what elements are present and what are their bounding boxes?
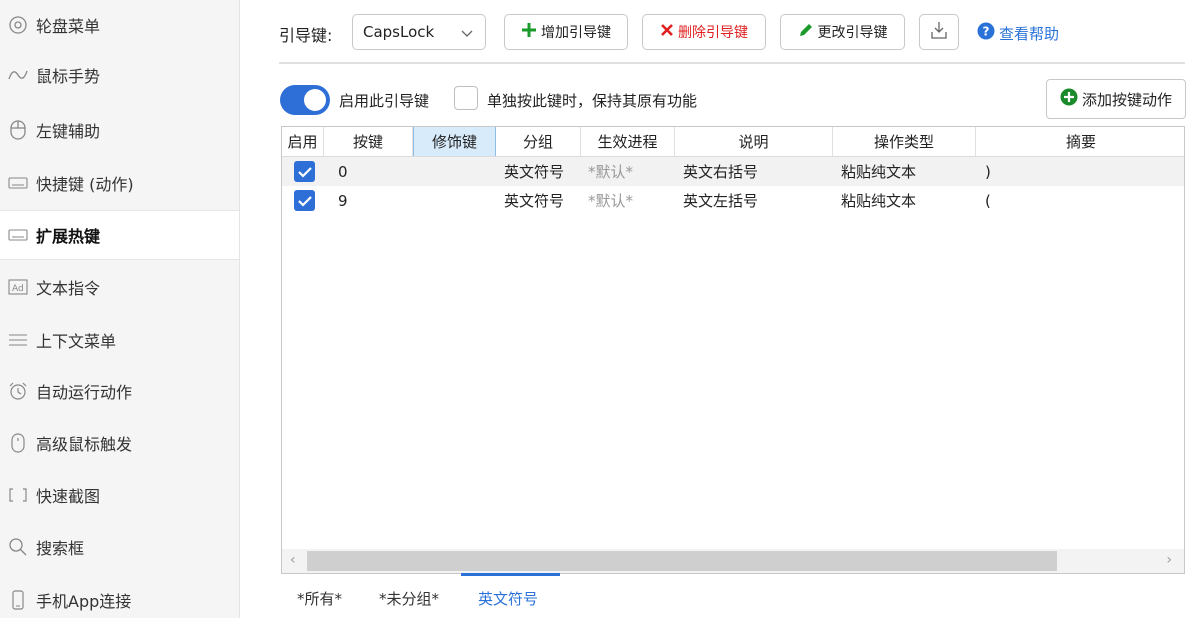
sidebar-item-extended-hotkey[interactable]: 扩展热键 (0, 210, 239, 260)
sidebar-item-label: 快捷键 (动作) (36, 175, 134, 194)
sidebar-item-label: 高级鼠标触发 (36, 435, 133, 454)
tab-all[interactable]: *所有* (297, 588, 342, 609)
table-row[interactable]: 9 英文符号 *默认* 英文左括号 粘贴纯文本 ( (282, 186, 1184, 215)
row-enabled-checkbox[interactable] (294, 190, 315, 211)
left-click-assist-icon (6, 118, 30, 142)
scroll-left-icon[interactable]: ‹ (290, 552, 296, 568)
add-lead-key-button[interactable]: 增加引导键 (504, 14, 628, 50)
cell-process: *默认* (588, 163, 634, 181)
svg-text:Ad: Ad (12, 284, 24, 294)
cell-key: 9 (338, 191, 348, 210)
sidebar-item-label: 文本指令 (36, 279, 101, 298)
sidebar-item-search-box[interactable]: 搜索框 (0, 522, 239, 572)
keyboard-icon (6, 223, 30, 247)
sidebar-item-hotkey-action[interactable]: 快捷键 (动作) (0, 158, 239, 208)
help-link[interactable]: ? 查看帮助 (977, 22, 1059, 44)
sidebar-item-text-command[interactable]: Ad 文本指令 (0, 262, 239, 312)
chevron-down-icon (461, 25, 473, 43)
cell-action-type: 粘贴纯文本 (841, 192, 917, 210)
column-header-group[interactable]: 分组 (496, 127, 581, 156)
close-icon (660, 23, 674, 41)
sidebar-item-context-menu[interactable]: 上下文菜单 (0, 315, 239, 365)
plus-icon (521, 22, 537, 42)
keep-function-label: 单独按此键时，保持其原有功能 (487, 92, 698, 110)
table-header: 启用 按键 修饰键 分组 生效进程 说明 操作类型 摘要 (282, 127, 1184, 157)
import-icon (929, 20, 949, 44)
import-button[interactable] (919, 14, 959, 50)
lead-key-label: 引导键: (279, 26, 333, 45)
ad-text-icon: Ad (6, 275, 30, 299)
cell-group: 英文符号 (504, 192, 565, 210)
keep-function-checkbox[interactable] (454, 86, 478, 110)
cell-key: 0 (338, 162, 348, 181)
help-link-label: 查看帮助 (999, 24, 1060, 43)
cell-action-type: 粘贴纯文本 (841, 163, 917, 181)
svg-text:?: ? (983, 25, 990, 39)
column-header-key[interactable]: 按键 (324, 127, 413, 156)
mouse-icon (6, 431, 30, 455)
column-header-modifier[interactable]: 修饰键 (413, 127, 496, 156)
toolbar-divider (279, 62, 1185, 64)
column-header-process[interactable]: 生效进程 (581, 127, 675, 156)
sidebar-item-label: 上下文菜单 (36, 332, 117, 351)
cell-description: 英文右括号 (683, 163, 759, 181)
cell-summary: ) (985, 162, 991, 181)
sidebar-item-label: 快速截图 (36, 487, 101, 506)
mouse-gesture-icon (6, 63, 30, 87)
sidebar-item-mouse-gesture[interactable]: 鼠标手势 (0, 50, 239, 100)
sidebar-item-label: 鼠标手势 (36, 67, 101, 86)
cell-process: *默认* (588, 192, 634, 210)
tab-ungrouped[interactable]: *未分组* (379, 588, 439, 609)
sidebar-item-wheel-menu[interactable]: 轮盘菜单 (0, 0, 239, 50)
sidebar-item-screenshot[interactable]: 快速截图 (0, 470, 239, 520)
edit-lead-key-button[interactable]: 更改引导键 (780, 14, 905, 50)
lead-key-value: CapsLock (363, 23, 435, 41)
plus-circle-icon (1060, 88, 1078, 110)
wheel-menu-icon (6, 13, 30, 37)
column-header-action-type[interactable]: 操作类型 (833, 127, 976, 156)
enable-lead-key-label: 启用此引导键 (339, 92, 430, 110)
delete-lead-key-button[interactable]: 删除引导键 (642, 14, 766, 50)
alarm-clock-icon (6, 379, 30, 403)
sidebar-item-advanced-mouse[interactable]: 高级鼠标触发 (0, 418, 239, 468)
edit-lead-key-label: 更改引导键 (817, 25, 888, 41)
delete-lead-key-label: 删除引导键 (678, 25, 748, 41)
column-header-description[interactable]: 说明 (675, 127, 833, 156)
search-icon (6, 535, 30, 559)
add-lead-key-label: 增加引导键 (541, 25, 611, 41)
sidebar-item-label: 手机App连接 (36, 592, 132, 611)
column-header-summary[interactable]: 摘要 (976, 127, 1184, 156)
sidebar-item-label: 扩展热键 (36, 227, 101, 246)
phone-icon (6, 588, 30, 612)
toggle-knob (304, 89, 326, 111)
add-key-action-button[interactable]: 添加按键动作 (1046, 79, 1186, 119)
sidebar-item-label: 自动运行动作 (36, 383, 133, 402)
scroll-right-icon[interactable]: › (1166, 552, 1172, 568)
enable-lead-key-toggle[interactable] (280, 85, 330, 115)
screenshot-bracket-icon (6, 483, 30, 507)
sidebar-item-left-click-assist[interactable]: 左键辅助 (0, 105, 239, 155)
hotkey-table: 启用 按键 修饰键 分组 生效进程 说明 操作类型 摘要 0 英文符号 *默认*… (281, 126, 1185, 574)
sidebar: 轮盘菜单 鼠标手势 左键辅助 快捷键 (动作) 扩展热键 Ad 文本指令 上下文… (0, 0, 240, 618)
sidebar-item-label: 轮盘菜单 (36, 17, 101, 36)
sidebar-item-label: 搜索框 (36, 539, 85, 558)
pencil-icon (798, 22, 814, 42)
menu-lines-icon (6, 328, 30, 352)
row-enabled-checkbox[interactable] (294, 161, 315, 182)
cell-group: 英文符号 (504, 163, 565, 181)
table-row[interactable]: 0 英文符号 *默认* 英文右括号 粘贴纯文本 ) (282, 157, 1184, 186)
cell-description: 英文左括号 (683, 192, 759, 210)
keyboard-icon (6, 171, 30, 195)
question-circle-icon: ? (977, 22, 995, 44)
active-tab-indicator (461, 573, 560, 576)
horizontal-scrollbar[interactable]: ‹ › (282, 549, 1184, 573)
column-header-enabled[interactable]: 启用 (282, 127, 324, 156)
add-key-action-label: 添加按键动作 (1081, 90, 1172, 109)
tab-english-symbols[interactable]: 英文符号 (478, 588, 538, 609)
cell-summary: ( (985, 191, 991, 210)
scrollbar-thumb[interactable] (307, 551, 1057, 571)
sidebar-item-label: 左键辅助 (36, 122, 101, 141)
lead-key-select[interactable]: CapsLock (352, 14, 486, 50)
sidebar-item-auto-run[interactable]: 自动运行动作 (0, 366, 239, 416)
